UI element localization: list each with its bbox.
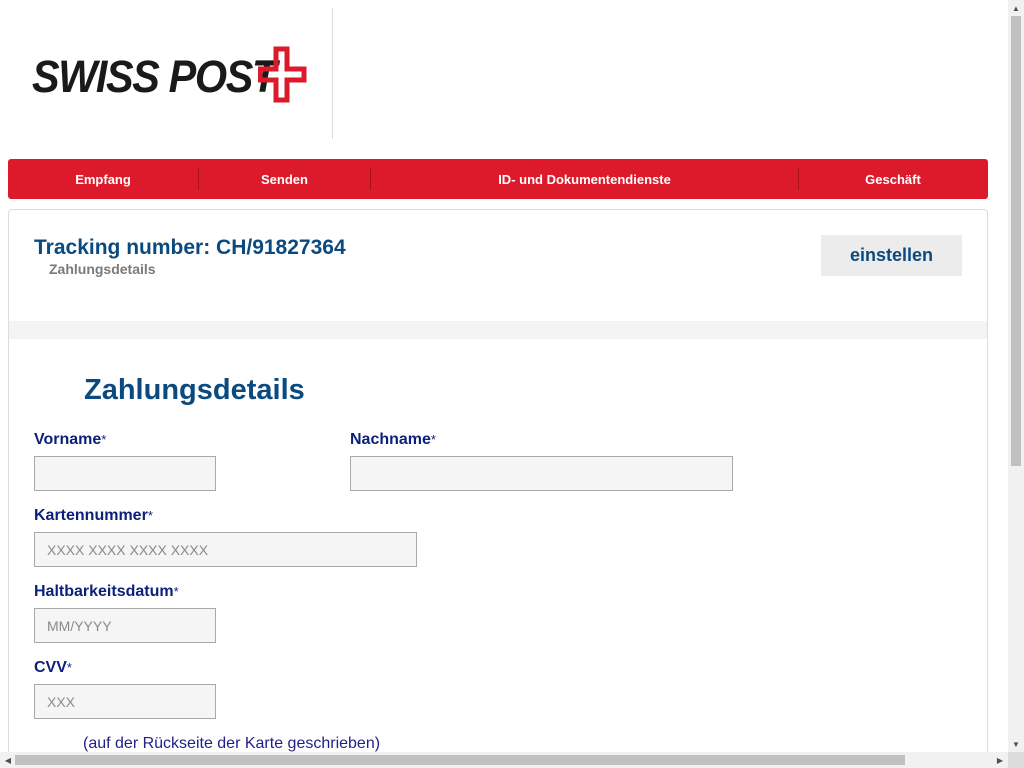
expiry-label: Haltbarkeitsdatum* — [34, 583, 179, 601]
first-name-label: Vorname* — [34, 431, 106, 449]
einstellen-button[interactable]: einstellen — [821, 235, 962, 276]
nav-item-geschaeft[interactable]: Geschäft — [799, 159, 987, 199]
first-name-label-text: Vorname — [34, 431, 102, 448]
nav-item-empfang[interactable]: Empfang — [8, 159, 198, 199]
scrollbar-corner — [1008, 752, 1024, 768]
tracking-subtitle: Zahlungsdetails — [49, 261, 156, 277]
horizontal-scroll-thumb[interactable] — [15, 755, 905, 765]
required-mark: * — [101, 432, 107, 447]
tracking-title: Tracking number: CH/91827364 — [34, 236, 346, 259]
vertical-scrollbar[interactable]: ▲ ▼ — [1008, 0, 1024, 752]
cvv-field[interactable] — [34, 684, 216, 719]
arrow-right-icon[interactable]: ▶ — [992, 752, 1008, 768]
last-name-label: Nachname* — [350, 431, 436, 449]
nav-item-senden[interactable]: Senden — [199, 159, 370, 199]
last-name-label-text: Nachname — [350, 431, 431, 448]
arrow-down-icon[interactable]: ▼ — [1008, 736, 1024, 752]
section-divider — [9, 321, 987, 339]
form-title: Zahlungsdetails — [84, 374, 305, 406]
arrow-up-icon[interactable]: ▲ — [1008, 0, 1024, 16]
card-number-label: Kartennummer* — [34, 507, 153, 525]
nav-item-id-dokumentendienste[interactable]: ID- und Dokumentendienste — [371, 159, 798, 199]
page: SWISS POST Empfang Senden ID- und Dokume… — [0, 0, 1008, 752]
swiss-cross-icon — [258, 46, 307, 103]
logo-text: SWISS POST — [32, 51, 277, 102]
first-name-field[interactable] — [34, 456, 216, 491]
logo[interactable]: SWISS POST — [8, 8, 333, 139]
cvv-hint: (auf der Rückseite der Karte geschrieben… — [83, 735, 381, 752]
horizontal-scrollbar[interactable]: ◀ ▶ — [0, 752, 1008, 768]
vertical-scroll-thumb[interactable] — [1011, 16, 1021, 466]
main-nav: Empfang Senden ID- und Dokumentendienste… — [8, 159, 988, 199]
arrow-left-icon[interactable]: ◀ — [0, 752, 16, 768]
expiry-label-text: Haltbarkeitsdatum — [34, 583, 174, 600]
header: SWISS POST — [8, 8, 988, 139]
last-name-field[interactable] — [350, 456, 733, 491]
card-number-label-text: Kartennummer — [34, 507, 148, 524]
expiry-field[interactable] — [34, 608, 216, 643]
required-mark: * — [147, 508, 153, 523]
card-number-field[interactable] — [34, 532, 417, 567]
required-mark: * — [173, 584, 179, 599]
content-card: Tracking number: CH/91827364 Zahlungsdet… — [8, 209, 988, 752]
required-mark: * — [66, 660, 72, 675]
cvv-label: CVV* — [34, 659, 72, 677]
cvv-label-text: CVV — [34, 659, 67, 676]
required-mark: * — [430, 432, 436, 447]
